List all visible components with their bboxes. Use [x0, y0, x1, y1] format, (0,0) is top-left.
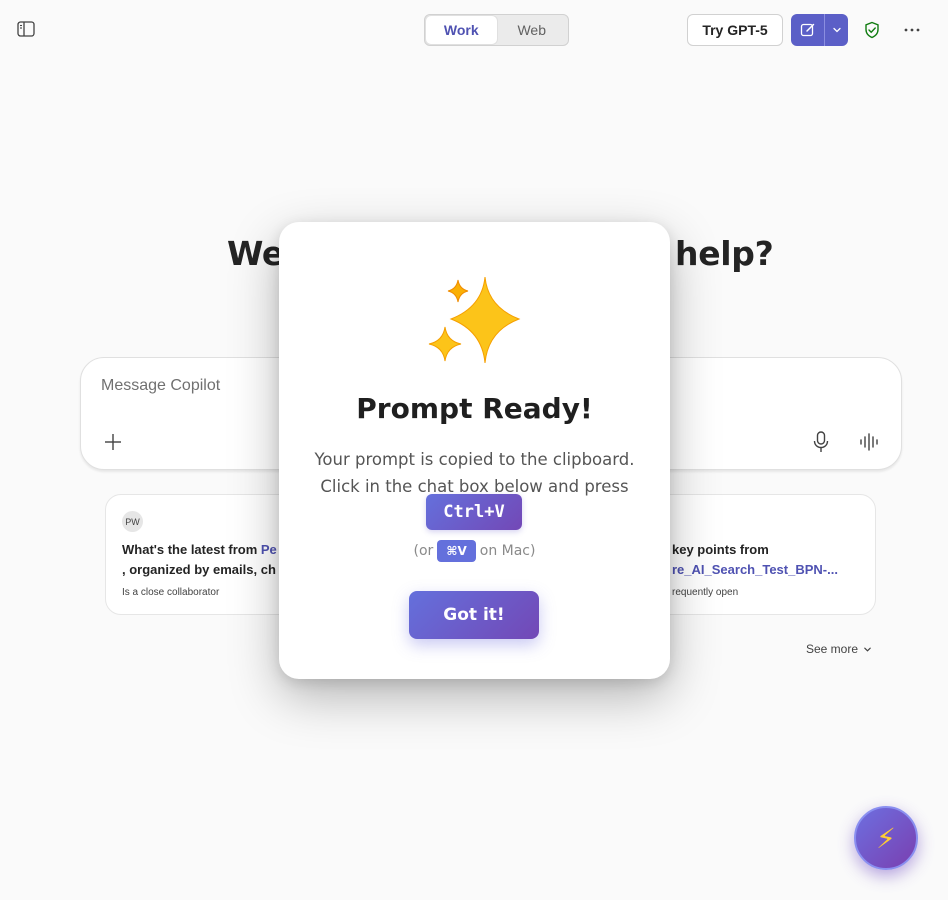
quick-action-button[interactable]: ⚡ [854, 806, 918, 870]
mac-hint-prefix: (or [413, 543, 434, 559]
lightning-icon: ⚡ [876, 822, 896, 854]
suggestion-text: key points from re_AI_Search_Test_BPN-..… [672, 540, 872, 580]
tab-web[interactable]: Web [497, 16, 568, 44]
compose-icon [800, 23, 814, 37]
dialog-title: Prompt Ready! [356, 392, 593, 425]
dialog-message: Your prompt is copied to the clipboard. … [279, 446, 670, 500]
work-web-toggle: Work Web [424, 14, 569, 46]
avatar: PW [122, 511, 143, 532]
file-link[interactable]: re_AI_Search_Test_BPN-... [672, 560, 872, 580]
see-more-button[interactable]: See more [806, 642, 872, 656]
add-attachment-icon[interactable] [103, 432, 123, 452]
new-chat-split-button [791, 14, 848, 46]
mac-shortcut-key: ⌘V [437, 540, 476, 562]
microphone-icon[interactable] [812, 431, 830, 453]
suggestion-subtitle: requently open [672, 587, 739, 598]
try-gpt5-button[interactable]: Try GPT-5 [687, 14, 783, 46]
mac-shortcut-hint: (or ⌘V on Mac) [279, 540, 670, 562]
dialog-message-line1: Your prompt is copied to the clipboard. [314, 450, 635, 469]
chevron-down-icon [864, 647, 871, 652]
shield-button[interactable] [863, 21, 881, 39]
more-horizontal-icon [904, 28, 920, 32]
sparkles-icon [428, 277, 521, 364]
headline-right: help? [675, 234, 774, 273]
mac-hint-suffix: on Mac) [479, 543, 536, 559]
person-link[interactable]: Pe [261, 542, 277, 557]
prompt-ready-dialog: Prompt Ready! Your prompt is copied to t… [279, 222, 670, 679]
sidebar-toggle-icon [17, 21, 35, 37]
headline-left: We [227, 234, 285, 273]
shortcut-key: Ctrl+V [426, 494, 522, 530]
suggestion-subtitle: Is a close collaborator [122, 587, 220, 598]
got-it-button[interactable]: Got it! [409, 591, 539, 639]
chevron-down-icon [832, 27, 841, 33]
composer-placeholder: Message Copilot [101, 377, 221, 394]
sidebar-toggle-button[interactable] [16, 19, 36, 39]
suggestion-text-prefix: What's the latest from [122, 542, 261, 557]
see-more-label: See more [806, 642, 859, 656]
tab-work[interactable]: Work [426, 16, 497, 44]
new-chat-button[interactable] [791, 14, 824, 46]
suggestion-text-line1: key points from [672, 542, 769, 557]
shield-check-icon [865, 21, 879, 39]
new-chat-dropdown-button[interactable] [825, 14, 848, 46]
more-options-button[interactable] [901, 20, 923, 40]
voice-mode-icon[interactable] [859, 433, 879, 451]
